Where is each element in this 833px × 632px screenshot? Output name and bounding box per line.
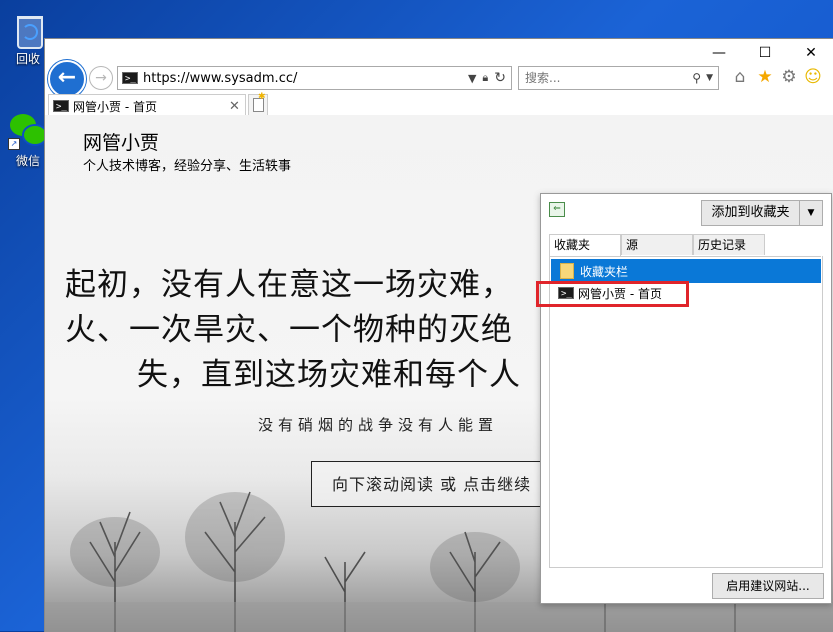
folder-label: 收藏夹栏 <box>580 264 629 279</box>
highlight-box <box>536 281 689 307</box>
maximize-button[interactable]: ☐ <box>742 39 788 67</box>
tab-favorites[interactable]: 收藏夹 <box>549 234 621 256</box>
lock-icon[interactable]: 🔒︎ <box>482 71 488 85</box>
recycle-bin-icon[interactable]: 回收 <box>8 10 48 67</box>
minimize-button[interactable]: — <box>696 39 742 67</box>
url-text[interactable]: https://www.sysadm.cc/ <box>143 71 468 86</box>
trash-icon <box>13 10 43 49</box>
favorites-panel: ⇐ 添加到收藏夹 ▼ 收藏夹 源 历史记录 收藏夹栏 >_ 网管小贾 - 首页 <box>536 193 832 604</box>
close-window-button[interactable]: ✕ <box>788 39 833 67</box>
forward-button[interactable]: → <box>89 66 113 90</box>
wechat-label: 微信 <box>15 154 40 168</box>
tab-history[interactable]: 历史记录 <box>693 234 765 255</box>
search-dropdown-icon[interactable]: ▼ <box>706 73 713 83</box>
browser-window: — ☐ ✕ ← → >_ https://www.sysadm.cc/ ▼ 🔒︎… <box>44 38 833 632</box>
wechat-desktop-icon[interactable]: ↗ 微信 <box>8 112 48 169</box>
close-tab-icon[interactable]: ✕ <box>229 99 245 114</box>
chevron-down-icon[interactable]: ▼ <box>799 201 822 225</box>
home-icon[interactable]: ⌂ <box>729 66 751 88</box>
new-tab-button[interactable] <box>248 92 268 116</box>
tab-feeds[interactable]: 源 <box>621 234 693 255</box>
refresh-icon[interactable]: ↻ <box>494 70 506 86</box>
suggested-sites-button[interactable]: 启用建议网站... <box>712 573 824 599</box>
favorites-star-icon[interactable]: ★ <box>754 66 776 88</box>
add-to-favorites-label: 添加到收藏夹 <box>711 205 790 220</box>
pin-panel-icon[interactable]: ⇐ <box>549 202 565 217</box>
folder-icon <box>560 263 574 279</box>
caption-buttons: — ☐ ✕ <box>696 39 833 67</box>
tab-title: 网管小贾 - 首页 <box>73 99 157 114</box>
tab-favicon-icon: >_ <box>53 100 69 112</box>
favorites-tabs: 收藏夹 源 历史记录 <box>549 234 821 257</box>
site-favicon-icon: >_ <box>122 72 138 84</box>
site-subtitle: 个人技术博客，经验分享、生活轶事 <box>83 159 292 174</box>
back-button[interactable]: ← <box>48 60 86 98</box>
address-bar[interactable]: >_ https://www.sysadm.cc/ ▼ 🔒︎ ↻ <box>117 66 512 90</box>
wechat-icon: ↗ <box>8 112 48 150</box>
web-page: 网管小贾 个人技术博客，经验分享、生活轶事 起初，没有人在意这一场灾难， 火、一… <box>45 115 833 632</box>
add-to-favorites-button[interactable]: 添加到收藏夹 ▼ <box>701 200 823 226</box>
favorites-bar-folder[interactable]: 收藏夹栏 <box>551 259 821 283</box>
address-dropdown-icon[interactable]: ▼ <box>468 72 476 85</box>
gear-icon[interactable]: ⚙ <box>778 66 800 88</box>
search-icon[interactable]: ⚲ <box>692 71 701 85</box>
search-box[interactable]: ⚲ ▼ <box>518 66 719 90</box>
smiley-feedback-icon[interactable]: ☺ <box>802 66 824 88</box>
site-title[interactable]: 网管小贾 <box>83 128 159 155</box>
tab-home[interactable]: >_ 网管小贾 - 首页 ✕ <box>48 94 246 117</box>
recycle-bin-label: 回收 <box>15 52 40 66</box>
search-input[interactable] <box>519 68 693 88</box>
